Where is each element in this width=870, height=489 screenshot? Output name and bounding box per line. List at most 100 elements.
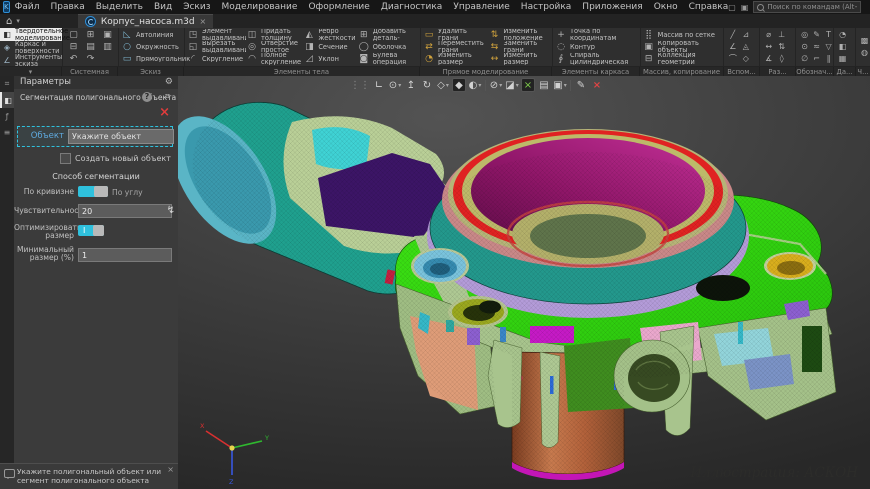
simple-hole-button[interactable]: ◎Отверстие простое <box>246 41 303 53</box>
fillet-button[interactable]: ◜Скругление <box>187 53 246 65</box>
move-component-icon[interactable]: × <box>521 78 535 92</box>
segmentation-method-toggle[interactable] <box>78 186 108 197</box>
model-3d[interactable]: X Y Z <box>178 76 870 489</box>
undo-icon[interactable]: ↶ <box>65 53 82 65</box>
list-icon[interactable]: ≡ <box>0 124 14 140</box>
document-properties-icon[interactable]: ▥ <box>99 41 116 53</box>
aux-icon[interactable]: ◬ <box>739 41 752 53</box>
menu-select[interactable]: Выделить <box>96 2 143 12</box>
contour-button[interactable]: ◌Контур <box>555 41 638 53</box>
boolean-button[interactable]: ◙Булева операция <box>358 53 418 65</box>
delete-faces-button[interactable]: ▭Удалить грани <box>423 29 488 41</box>
save-document-icon[interactable]: ▣ <box>99 29 116 41</box>
menu-settings[interactable]: Настройка <box>521 2 572 12</box>
redo-icon[interactable]: ↷ <box>82 53 99 65</box>
extrude-button[interactable]: ◳Элемент выдавливания <box>187 29 246 41</box>
print-preview-icon[interactable]: ▤ <box>82 41 99 53</box>
tab-close-icon[interactable]: × <box>200 17 207 26</box>
model-tree-icon[interactable]: ⌗ <box>0 76 14 92</box>
object-drop-target[interactable]: Объект <box>17 126 173 147</box>
layers-icon[interactable]: ▤ <box>537 78 551 92</box>
thicken-button[interactable]: ◫Придать толщину <box>246 29 303 41</box>
new-document-icon[interactable]: ▢ <box>65 29 82 41</box>
viewport-3d[interactable]: X Y Z ⋮⋮ ∟ ⊙▾ ↥ ↻ ◇▾ ◆ ◐▾ ⊘▾ ◪▾ × ▤ ▣▾ ✎… <box>178 76 870 489</box>
menu-edit[interactable]: Правка <box>50 2 84 12</box>
paste-icon[interactable]: ▣▾ <box>553 78 567 92</box>
menu-layout[interactable]: Оформление <box>308 2 369 12</box>
display-cube-icon[interactable]: ◆ <box>452 78 466 92</box>
point-by-coordinates-button[interactable]: +Точка по координатам <box>555 29 638 41</box>
aux-icon[interactable]: ∠ <box>726 41 739 53</box>
rectangle-button[interactable]: ▭ Прямоугольник <box>121 53 190 65</box>
clip-section-icon[interactable]: ◪▾ <box>505 78 519 92</box>
menu-sketch[interactable]: Эскиз <box>183 2 210 12</box>
more-icon[interactable]: ▦ <box>836 53 849 65</box>
rib-button[interactable]: ◭Ребро жесткости <box>303 29 357 41</box>
menu-management[interactable]: Управление <box>453 2 509 12</box>
menu-modeling[interactable]: Моделирование <box>222 2 298 12</box>
command-search[interactable] <box>753 1 861 13</box>
helix-button[interactable]: ∮Спираль цилиндрическая <box>555 53 638 65</box>
full-round-button[interactable]: ◠Полное скругление <box>246 53 303 65</box>
cut-extrude-button[interactable]: ◱Вырезать выдавливанием <box>187 41 246 53</box>
menu-applications[interactable]: Приложения <box>582 2 642 12</box>
menu-help[interactable]: Справка <box>689 2 729 12</box>
autoline-button[interactable]: ◺ Автолиния <box>121 29 190 41</box>
pencil-icon[interactable]: ✎ <box>574 78 588 92</box>
pan-icon[interactable]: ↥ <box>404 78 418 92</box>
command-search-input[interactable] <box>767 3 857 11</box>
menu-window[interactable]: Окно <box>654 2 678 12</box>
more-icon[interactable]: ◔ <box>836 29 849 41</box>
message-close-icon[interactable]: × <box>167 465 174 474</box>
object-input[interactable] <box>68 129 174 144</box>
circle-button[interactable]: ○ Окружность <box>121 41 190 53</box>
window-layout-icon[interactable]: ▢ <box>728 3 736 12</box>
lightning-icon[interactable]: ↯ <box>167 205 175 216</box>
screenshot-icon[interactable]: ▣ <box>741 3 749 12</box>
section-button[interactable]: ◨Сечение <box>303 41 357 53</box>
move-faces-button[interactable]: ⇄Переместить грани <box>423 41 488 53</box>
copy-objects-button[interactable]: ▣Копировать объекты <box>643 41 722 53</box>
gear-icon[interactable]: ⚙ <box>165 76 173 89</box>
document-tab[interactable]: Корпус_насоса.m3d × <box>78 14 213 29</box>
home-caret-icon[interactable]: ▾ <box>16 17 20 25</box>
cancel-command-icon[interactable]: × <box>159 106 170 119</box>
help-icon[interactable]: ? <box>142 92 152 102</box>
more-icon[interactable]: ◧ <box>836 41 849 53</box>
zoom-icon[interactable]: ⊙▾ <box>388 78 402 92</box>
grid-array-button[interactable]: ⣿Массив по сетке <box>643 29 722 41</box>
dimension-icon[interactable]: ◊ <box>775 53 788 65</box>
more-icon[interactable]: ◍ <box>858 47 870 59</box>
aux-icon[interactable]: ⊿ <box>739 29 752 41</box>
draft-button[interactable]: ◿Уклон <box>303 53 357 65</box>
dimension-icon[interactable]: ⌀ <box>762 29 775 41</box>
sensitivity-input[interactable] <box>78 204 172 218</box>
render-style-icon[interactable]: ◐▾ <box>468 78 482 92</box>
replace-faces-button[interactable]: ⇆Заменить грани <box>488 41 550 53</box>
dimension-icon[interactable]: ⊥ <box>775 29 788 41</box>
shell-button[interactable]: ◯Оболочка <box>358 41 418 53</box>
toolbar-grip-icon[interactable]: ⋮⋮ <box>350 78 370 92</box>
optimize-size-toggle[interactable]: I <box>78 225 104 236</box>
menu-file[interactable]: Файл <box>15 2 40 12</box>
create-new-object-checkbox[interactable] <box>60 153 71 164</box>
hide-objects-icon[interactable]: ⊘▾ <box>489 78 503 92</box>
resize-fillet-button[interactable]: ◔Изменить размер округл... <box>423 53 488 65</box>
orbit-icon[interactable]: ↻ <box>420 78 434 92</box>
aux-icon[interactable]: ╱ <box>726 29 739 41</box>
geometry-collection-button[interactable]: ⊟Коллекция геометрии <box>643 53 722 65</box>
open-document-icon[interactable]: ⊞ <box>82 29 99 41</box>
more-icon[interactable]: ▩ <box>858 35 870 47</box>
structure-icon[interactable]: ⌗ <box>165 92 170 102</box>
abort-icon[interactable]: × <box>590 78 604 92</box>
aux-icon[interactable]: ◇ <box>739 53 752 65</box>
aux-icon[interactable]: ⌒ <box>726 53 739 65</box>
sketch-mode-icon[interactable]: ∟ <box>372 78 386 92</box>
print-icon[interactable]: ⊟ <box>65 41 82 53</box>
menu-diagnostics[interactable]: Диагностика <box>381 2 443 12</box>
dimension-icon[interactable]: ⇅ <box>775 41 788 53</box>
dimension-icon[interactable]: ∡ <box>762 53 775 65</box>
menu-view[interactable]: Вид <box>154 2 172 12</box>
resize-face-button[interactable]: ↔Изменить размер грани <box>488 53 550 65</box>
add-part-stock-button[interactable]: ⊞Добавить деталь-заготов... <box>358 29 418 41</box>
